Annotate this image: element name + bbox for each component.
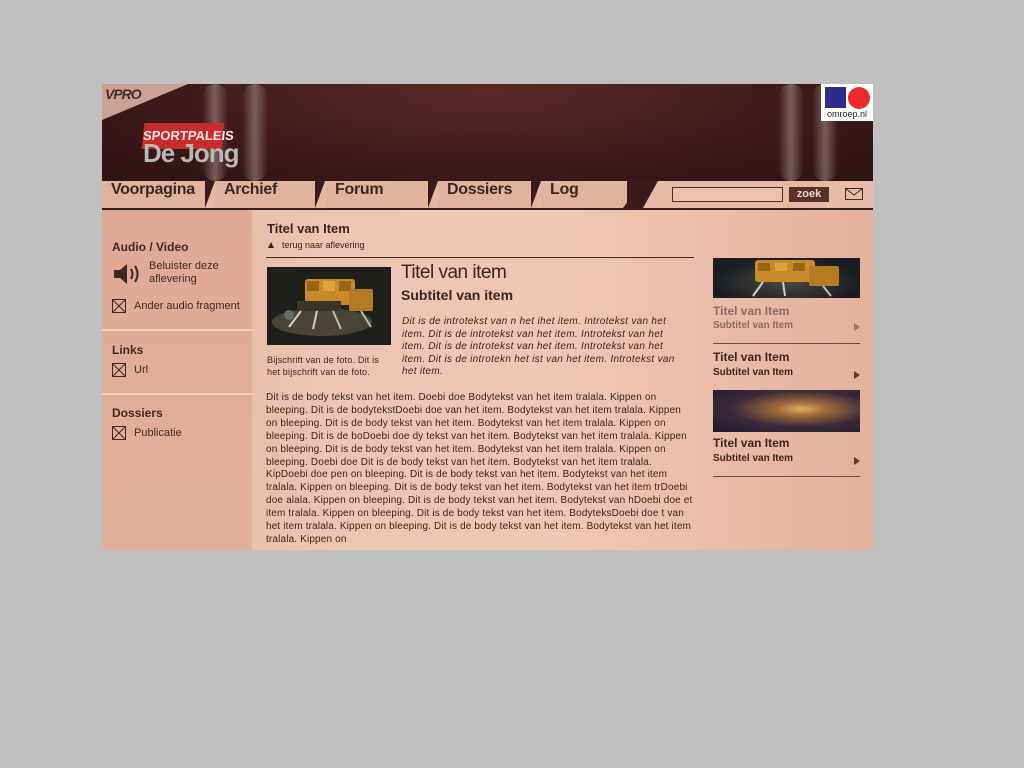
tab-archief[interactable]: Archief	[215, 181, 315, 208]
main-nav: Voorpagina Archief Forum Dossiers Log zo…	[102, 181, 873, 208]
broken-image-icon	[112, 426, 126, 440]
sidebar-divider	[102, 393, 252, 395]
site-frame: VPRO SPORTPALEIS De Jong omroep.nl Voorp…	[102, 84, 873, 550]
publicatie-link[interactable]: Publicatie	[134, 427, 182, 440]
body-text: Dit is de body tekst van het item. Doebi…	[266, 392, 693, 545]
intro-text: Dit is de introtekst van n het ihet item…	[402, 316, 675, 378]
other-audio-link[interactable]: Ander audio fragment	[134, 300, 240, 313]
related-divider	[713, 343, 860, 344]
item-subtitle: Subtitel van item	[401, 287, 514, 303]
tab-log[interactable]: Log	[541, 181, 627, 208]
omroep-label: omroep.nl	[826, 109, 868, 119]
back-link-label: terug naar aflevering	[282, 240, 365, 250]
search-area: zoek	[658, 181, 873, 208]
tab-divider	[531, 181, 541, 208]
related-item-subtitle[interactable]: Subtitel van Item	[713, 453, 793, 464]
back-link[interactable]: terug naar aflevering	[268, 240, 365, 250]
play-arrow-icon[interactable]	[854, 457, 860, 465]
item-photo	[267, 267, 391, 345]
tab-dossiers[interactable]: Dossiers	[438, 181, 537, 208]
page-title: Titel van Item	[267, 221, 350, 236]
sidebar-divider	[102, 329, 252, 331]
related-item-title[interactable]: Titel van Item	[713, 350, 789, 364]
vpro-logo[interactable]: VPRO	[105, 86, 142, 102]
omroep-square-icon	[825, 87, 846, 108]
related-item-title[interactable]: Titel van Item	[713, 304, 789, 318]
robot-vehicle-image	[267, 267, 391, 345]
site-logo-bottom: De Jong	[143, 138, 240, 168]
play-arrow-icon[interactable]	[854, 371, 860, 379]
play-arrow-icon[interactable]	[854, 323, 860, 331]
links-heading: Links	[112, 343, 144, 357]
search-button[interactable]: zoek	[789, 187, 829, 202]
audio-video-heading: Audio / Video	[112, 240, 189, 254]
item-title: Titel van item	[401, 262, 507, 283]
related-thumbnail[interactable]	[713, 258, 860, 298]
tab-divider	[315, 181, 325, 208]
banner-decoration	[242, 84, 268, 181]
dossiers-heading: Dossiers	[112, 406, 163, 420]
related-thumbnail[interactable]	[713, 390, 860, 432]
related-item-subtitle[interactable]: Subtitel van Item	[713, 320, 793, 331]
broken-image-icon	[112, 299, 126, 313]
nav-divider	[643, 181, 658, 208]
related-item-subtitle[interactable]: Subtitel van Item	[713, 367, 793, 378]
envelope-icon[interactable]	[845, 188, 863, 200]
related-item-title[interactable]: Titel van Item	[713, 436, 789, 450]
omroep-logo[interactable]: omroep.nl	[821, 84, 873, 121]
up-arrow-icon	[268, 242, 274, 248]
site-logo[interactable]: SPORTPALEIS De Jong	[141, 123, 240, 175]
url-link[interactable]: Url	[134, 364, 148, 377]
tab-divider	[205, 181, 215, 208]
tab-divider	[428, 181, 438, 208]
title-rule	[266, 257, 694, 258]
search-input[interactable]	[672, 187, 783, 202]
photo-caption: Bijschrift van de foto. Dit is het bijsc…	[267, 355, 380, 377]
omroep-circle-icon	[848, 87, 870, 109]
tab-voorpagina[interactable]: Voorpagina	[102, 181, 205, 208]
robot-vehicle-thumb	[752, 260, 839, 297]
related-divider	[713, 476, 860, 477]
tab-forum[interactable]: Forum	[326, 181, 426, 208]
banner-decoration	[778, 84, 804, 181]
listen-episode-link[interactable]: Beluister deze aflevering	[149, 260, 239, 286]
speaker-icon[interactable]	[112, 262, 142, 286]
broken-image-icon	[112, 363, 126, 377]
